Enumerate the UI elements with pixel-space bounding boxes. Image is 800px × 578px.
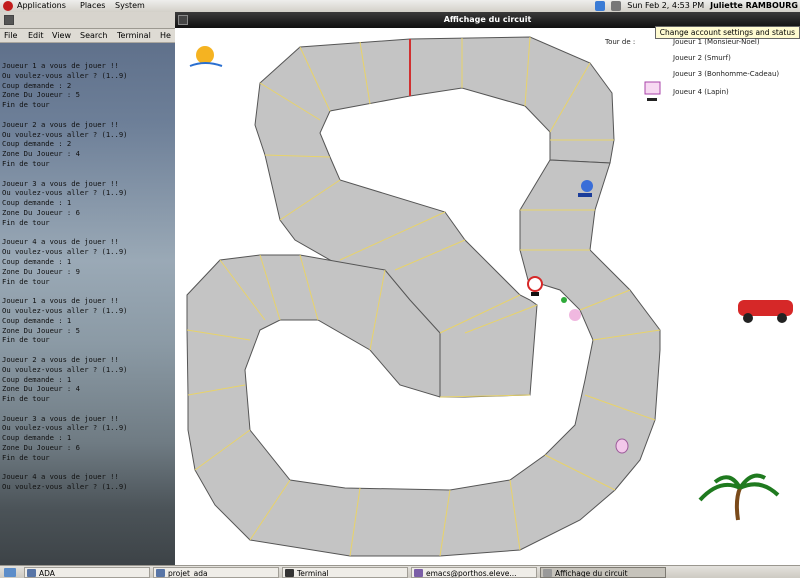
terminal-line: Coup demande : 2: [2, 139, 72, 149]
terminal-line: Ou voulez-vous aller ? (1..9): [2, 364, 128, 374]
race-car-icon: [738, 300, 793, 323]
player-1-token: [527, 276, 543, 296]
terminal-line: Coup demande : 1: [2, 374, 72, 384]
terminal-line: Joueur 3 a vous de jouer !!: [2, 178, 119, 188]
terminal-line: Joueur 4 a vous de jouer !!: [2, 472, 119, 482]
terminal-line: Zone Du Joueur : 5: [2, 325, 80, 335]
terminal-line: Ou voulez-vous aller ? (1..9): [2, 423, 128, 433]
terminal-line: Joueur 4 a vous de jouer !!: [2, 237, 119, 247]
clock[interactable]: Sun Feb 2, 4:53 PM: [627, 1, 704, 11]
terminal-window: File Edit View Search Terminal He Joueur…: [0, 12, 175, 565]
terminal-line: Ou voulez-vous aller ? (1..9): [2, 247, 128, 257]
terminal-line: Coup demande : 1: [2, 256, 72, 266]
volume-icon[interactable]: [611, 1, 622, 11]
terminal-line: Zone Du Joueur : 6: [2, 207, 80, 217]
terminal-line: Zone Du Joueur : 5: [2, 90, 80, 100]
terminal-line: Coup demande : 1: [2, 198, 72, 208]
terminal-line: Zone Du Joueur : 6: [2, 443, 80, 453]
task-button-ada[interactable]: ADA: [24, 567, 150, 578]
terminal-line: Fin de tour: [2, 394, 50, 404]
terminal-line: Ou voulez-vous aller ? (1..9): [2, 188, 128, 198]
menu-help[interactable]: He: [160, 29, 171, 42]
taskbar: ADA projet_ada Terminal emacs@porthos.el…: [0, 565, 800, 578]
terminal-line: Fin de tour: [2, 335, 50, 345]
terminal-menubar: File Edit View Search Terminal He: [0, 29, 175, 43]
menu-edit[interactable]: Edit: [28, 29, 44, 42]
menu-file[interactable]: File: [4, 29, 17, 42]
task-button-terminal[interactable]: Terminal: [282, 567, 408, 578]
window-menu-icon[interactable]: [4, 15, 14, 25]
terminal-line: Joueur 2 a vous de jouer !!: [2, 119, 119, 129]
palm-tree-icon: [698, 473, 780, 521]
terminal-line: Coup demande : 1: [2, 315, 72, 325]
applications-menu[interactable]: Applications: [17, 1, 66, 11]
terminal-line: Zone Du Joueur : 4: [2, 149, 80, 159]
terminal-line: Fin de tour: [2, 100, 50, 110]
terminal-icon: [285, 569, 294, 577]
terminal-output[interactable]: Joueur 1 a vous de jouer !! Ou voulez-vou…: [2, 61, 128, 492]
terminal-line: Ou voulez-vous aller ? (1..9): [2, 70, 128, 80]
menu-search[interactable]: Search: [80, 29, 107, 42]
terminal-line: Ou voulez-vous aller ? (1..9): [2, 305, 128, 315]
terminal-line: Fin de tour: [2, 158, 50, 168]
terminal-line: Joueur 1 a vous de jouer !!: [2, 296, 119, 306]
circuit-track: [186, 36, 661, 557]
menu-view[interactable]: View: [52, 29, 71, 42]
show-desktop-icon[interactable]: [4, 568, 16, 577]
emacs-icon: [414, 569, 423, 577]
player-turn-marker-icon: [644, 81, 661, 101]
terminal-line: Coup demande : 1: [2, 433, 72, 443]
terminal-line: Fin de tour: [2, 276, 50, 286]
player-4-token: [615, 438, 629, 454]
folder-icon: [156, 569, 165, 577]
user-menu[interactable]: Juliette RAMBOURG: [710, 1, 798, 11]
terminal-line: Ou voulez-vous aller ? (1..9): [2, 482, 128, 492]
task-button-projet-ada[interactable]: projet_ada: [153, 567, 279, 578]
window-icon: [543, 569, 552, 577]
menu-terminal[interactable]: Terminal: [117, 29, 151, 42]
folder-icon: [27, 569, 36, 577]
places-menu[interactable]: Places: [80, 1, 105, 11]
task-button-circuit[interactable]: Affichage du circuit: [540, 567, 666, 578]
system-menu[interactable]: System: [115, 1, 145, 11]
sun-icon: [189, 46, 223, 67]
terminal-line: Zone Du Joueur : 9: [2, 266, 80, 276]
system-tray: Sun Feb 2, 4:53 PM Juliette RAMBOURG: [595, 1, 798, 11]
task-button-emacs[interactable]: emacs@porthos.eleve...: [411, 567, 537, 578]
terminal-line: Joueur 2 a vous de jouer !!: [2, 354, 119, 364]
circuit-canvas: [186, 36, 793, 557]
terminal-titlebar: [0, 12, 175, 29]
terminal-line: Ou voulez-vous aller ? (1..9): [2, 129, 128, 139]
distro-logo-icon[interactable]: [3, 1, 13, 11]
terminal-line: Zone Du Joueur : 4: [2, 384, 80, 394]
terminal-line: Joueur 1 a vous de jouer !!: [2, 61, 119, 70]
network-icon[interactable]: [595, 1, 606, 11]
terminal-line: Joueur 3 a vous de jouer !!: [2, 413, 119, 423]
terminal-line: Fin de tour: [2, 217, 50, 227]
terminal-line: Coup demande : 2: [2, 80, 72, 90]
terminal-line: Fin de tour: [2, 452, 50, 462]
